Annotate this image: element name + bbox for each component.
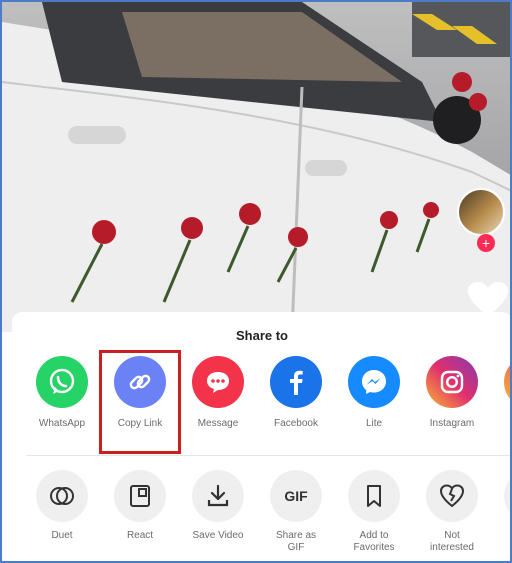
follow-plus-icon[interactable]: + <box>477 234 495 252</box>
more-action-icon <box>504 470 510 522</box>
share-sheet-divider <box>26 455 510 456</box>
action-share-gif[interactable]: GIF Share as GIF <box>256 470 336 554</box>
more-share-icon <box>504 356 510 408</box>
action-share-gif-label: Share as GIF <box>275 530 317 553</box>
share-facebook-label: Facebook <box>274 418 318 429</box>
share-message[interactable]: Message <box>178 356 258 430</box>
bookmark-icon <box>348 470 400 522</box>
facebook-icon <box>270 356 322 408</box>
gif-icon: GIF <box>270 470 322 522</box>
share-more-partial[interactable] <box>490 356 510 408</box>
action-not-interested[interactable]: Not interested <box>412 470 492 554</box>
share-whatsapp-label: WhatsApp <box>38 418 86 429</box>
action-save-video-label: Save Video <box>192 530 244 541</box>
action-duet-label: Duet <box>51 530 73 541</box>
action-duet[interactable]: Duet <box>22 470 102 542</box>
share-sheet: Share to WhatsApp Copy Link Message Face… <box>12 312 510 561</box>
messenger-icon <box>348 356 400 408</box>
share-message-label: Message <box>197 418 239 429</box>
car-door-image <box>2 2 510 332</box>
copy-link-highlight-box <box>99 350 181 454</box>
screenshot-frame: + Share to WhatsApp Copy Link Message Fa… <box>0 0 512 563</box>
action-add-favorites-label: Add to Favorites <box>353 530 395 553</box>
action-save-video[interactable]: Save Video <box>178 470 258 542</box>
download-icon <box>192 470 244 522</box>
share-instagram[interactable]: Instagram <box>412 356 492 430</box>
share-facebook[interactable]: Facebook <box>256 356 336 430</box>
react-icon <box>114 470 166 522</box>
share-instagram-label: Instagram <box>429 418 475 429</box>
duet-icon <box>36 470 88 522</box>
gif-glyph: GIF <box>284 488 308 504</box>
message-icon <box>192 356 244 408</box>
share-messenger-lite-label: Lite <box>365 418 383 429</box>
share-messenger-lite[interactable]: Lite <box>334 356 414 430</box>
action-more-partial[interactable] <box>490 470 510 522</box>
action-not-interested-label: Not interested <box>430 530 474 553</box>
action-react-label: React <box>126 530 154 541</box>
action-react[interactable]: React <box>100 470 180 542</box>
creator-avatar[interactable] <box>457 188 505 236</box>
share-whatsapp[interactable]: WhatsApp <box>22 356 102 430</box>
action-add-favorites[interactable]: Add to Favorites <box>334 470 414 554</box>
broken-heart-icon <box>426 470 478 522</box>
share-sheet-title: Share to <box>235 328 288 343</box>
instagram-icon <box>426 356 478 408</box>
whatsapp-icon <box>36 356 88 408</box>
video-background[interactable] <box>2 2 510 332</box>
